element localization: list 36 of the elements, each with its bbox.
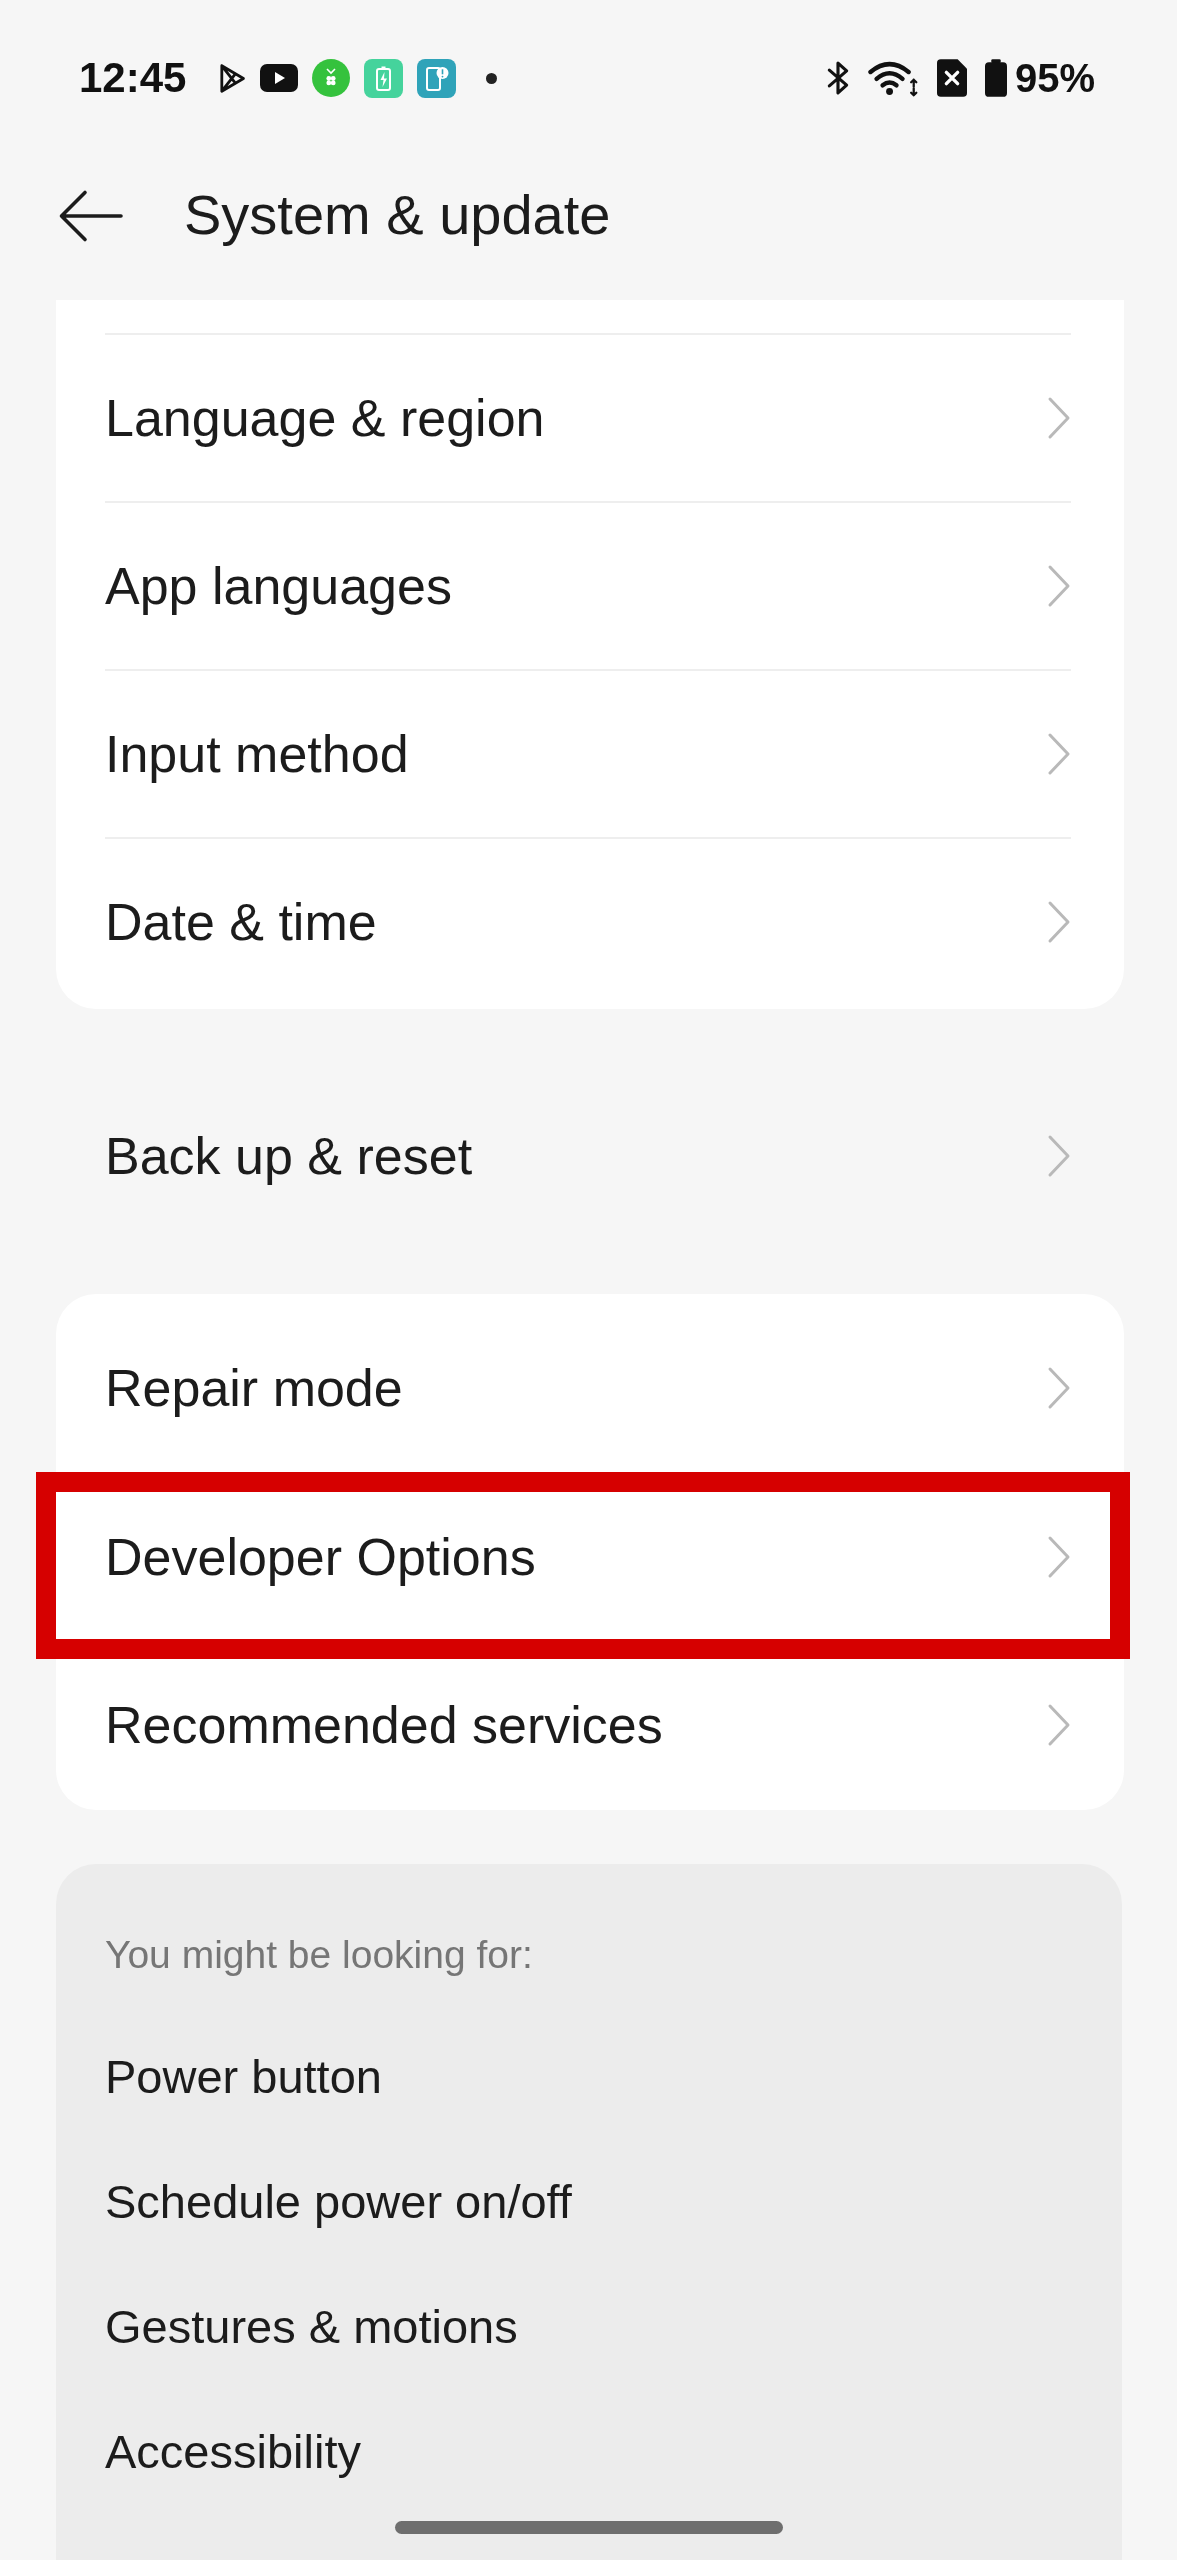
back-button[interactable] <box>58 188 124 244</box>
settings-item[interactable]: Back up & reset <box>105 1072 1071 1240</box>
chevron-right-icon <box>1047 900 1071 944</box>
video-play-icon <box>260 64 299 92</box>
chevron-right-icon <box>1047 1703 1071 1747</box>
sim-x-icon <box>936 59 967 97</box>
settings-item[interactable]: App languages <box>105 501 1071 669</box>
battery-app-icon <box>364 58 404 98</box>
clover-app-icon <box>312 59 351 97</box>
suggestion-link[interactable]: Power button <box>105 2014 382 2139</box>
chevron-right-icon <box>1047 396 1071 440</box>
back-arrow-icon <box>58 188 124 244</box>
settings-item[interactable]: Repair mode <box>105 1304 1071 1472</box>
section-heading: You might be looking for: <box>105 1932 533 1978</box>
settings-item[interactable]: Recommended services <box>105 1640 1071 1808</box>
wifi-icon <box>866 59 919 97</box>
chevron-right-icon <box>1047 1134 1071 1178</box>
phone-alert-icon <box>417 58 457 98</box>
suggestion-link[interactable]: Schedule power on/off <box>105 2139 572 2264</box>
bluetooth-icon <box>826 59 849 97</box>
settings-item[interactable]: Developer Options <box>105 1472 1071 1640</box>
dot-icon <box>486 72 498 84</box>
play-triangle-icon <box>218 61 247 95</box>
suggestion-link[interactable]: Accessibility <box>105 2389 361 2514</box>
chevron-right-icon <box>1047 732 1071 776</box>
settings-item[interactable]: Date & time <box>105 837 1071 1005</box>
suggestion-link[interactable]: Gestures & motions <box>105 2264 518 2389</box>
battery-percent: 95% <box>1014 55 1095 101</box>
battery-icon <box>984 59 1007 97</box>
chevron-right-icon <box>1047 564 1071 608</box>
settings-item[interactable]: Input method <box>105 669 1071 837</box>
chevron-right-icon <box>1047 1366 1071 1410</box>
settings-item[interactable]: Language & region <box>105 333 1071 501</box>
chevron-right-icon <box>1047 1535 1071 1579</box>
screen-title: System & update <box>184 183 611 247</box>
status-time: 12:45 <box>79 54 187 102</box>
